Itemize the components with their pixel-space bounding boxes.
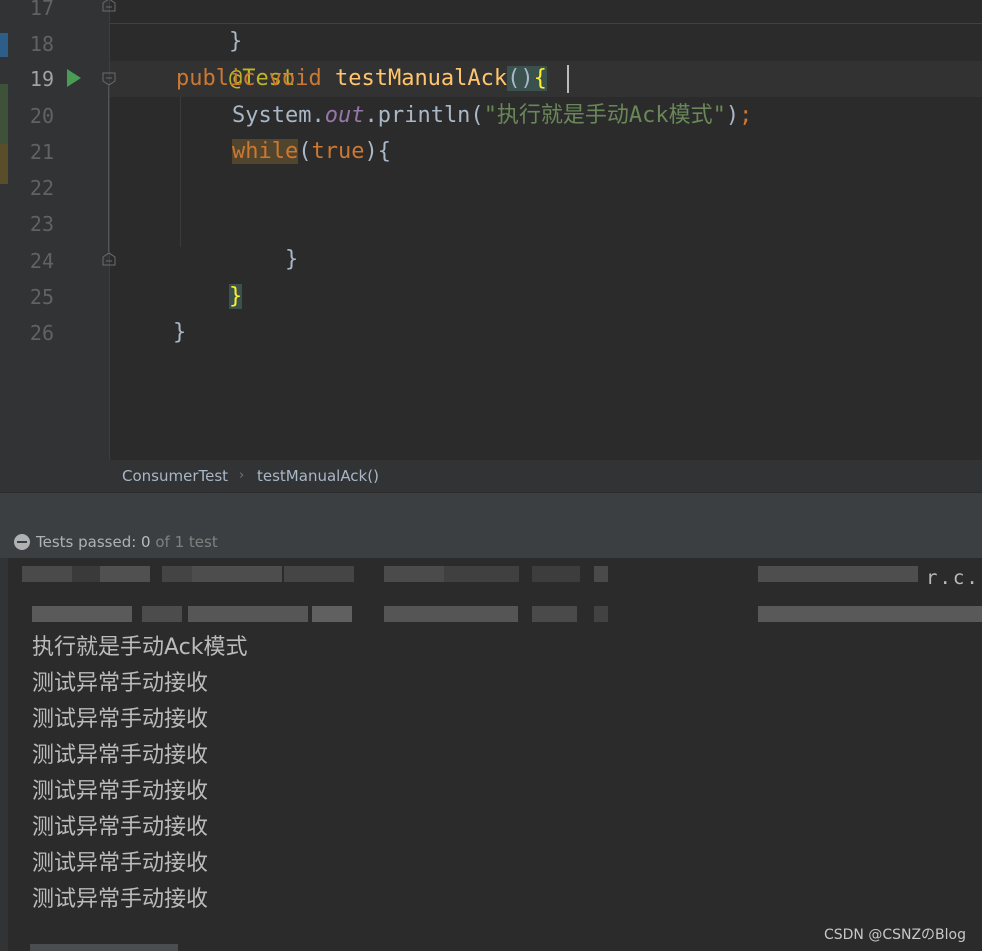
run-test-icon[interactable] [67, 69, 81, 87]
breadcrumb-separator: › [239, 468, 245, 483]
redacted-log-line [22, 606, 982, 622]
static-field: out [324, 103, 365, 128]
method-parens: () [507, 66, 534, 91]
line-number: 21 [29, 140, 54, 164]
console-line: 测试异常手动接收 [32, 851, 209, 876]
test-status-bar: Tests passed: 0 of 1 test [0, 526, 982, 558]
line-number: 22 [29, 176, 54, 200]
close-paren: ) [725, 103, 740, 128]
string-literal: "执行就是手动Ack模式" [483, 103, 726, 128]
fold-range-bar [108, 86, 109, 252]
code-line-25: } [120, 279, 186, 345]
console-line: 测试异常手动接收 [32, 815, 209, 840]
code-line-17: } [176, 0, 242, 54]
breadcrumb-method[interactable]: testManualAck() [257, 460, 379, 492]
breadcrumb-class[interactable]: ConsumerTest [122, 460, 228, 492]
console-line: 测试异常手动接收 [32, 707, 209, 732]
test-status-text: Tests passed: 0 of 1 test [36, 526, 218, 558]
strip-marker [0, 33, 8, 57]
fold-end-icon[interactable] [102, 252, 116, 266]
console-line: 执行就是手动Ack模式 [32, 635, 248, 660]
redacted-log-line [22, 566, 922, 582]
console-output[interactable]: r.c. 执行就是手动Ack模式 测试异常手动接收 测试异常手动接收 测试异常手… [0, 558, 982, 951]
line-number: 17 [29, 0, 54, 20]
semicolon: ; [739, 103, 753, 128]
receiver: System. [232, 103, 325, 128]
status-label: Tests passed: [36, 533, 142, 551]
horizontal-scrollbar[interactable] [30, 944, 178, 951]
partial-log-text: r.c. [926, 567, 980, 589]
code-line-20: System.out.println("执行就是手动Ack模式"); [232, 98, 752, 134]
line-number: 25 [29, 285, 54, 309]
open-brace-highlight: { [533, 66, 547, 91]
code-line-23: } [232, 206, 298, 272]
passed-count: 0 [141, 533, 151, 551]
console-line: 测试异常手动接收 [32, 779, 209, 804]
keyword-while: while [232, 139, 299, 164]
strip-marker [0, 84, 8, 144]
line-number: 26 [29, 321, 54, 345]
println-call: .println( [364, 103, 484, 128]
line-number: 23 [29, 212, 54, 236]
close-brace: } [172, 320, 187, 345]
line-number: 20 [29, 104, 54, 128]
code-line-24: } [176, 243, 243, 309]
code-line-21: while(true){ [232, 134, 391, 170]
keyword-void: void [268, 66, 322, 91]
console-line: 测试异常手动接收 [32, 671, 209, 696]
line-number: 19 [29, 67, 54, 91]
console-line: 测试异常手动接收 [32, 743, 209, 768]
line-number: 24 [29, 249, 54, 273]
status-total: of 1 test [150, 533, 218, 551]
strip-marker [0, 144, 8, 184]
test-stopped-icon [14, 534, 30, 550]
console-gutter [0, 558, 8, 951]
console-line: 测试异常手动接收 [32, 887, 209, 912]
fold-end-icon[interactable] [102, 0, 116, 12]
keyword-public: public [176, 66, 256, 91]
watermark-text: CSDN @CSNZのBlog [823, 927, 966, 943]
code-editor[interactable]: 17 18 19 20 21 22 23 24 25 26 } @Test pu… [0, 0, 982, 460]
line-number: 18 [29, 32, 54, 56]
text-caret [567, 65, 569, 93]
keyword-true: true [311, 139, 365, 164]
close-brace: } [284, 247, 299, 272]
fold-start-icon[interactable] [102, 72, 116, 86]
method-name: testManualAck [334, 66, 508, 91]
open-paren: ( [298, 139, 312, 164]
panel-splitter[interactable] [0, 492, 982, 527]
close-brace-highlight: } [228, 284, 243, 309]
loop-open: ){ [364, 139, 391, 164]
tool-window-strip [0, 0, 18, 460]
breadcrumb: ConsumerTest › testManualAck() [0, 460, 982, 492]
code-line-18: @Test [176, 25, 295, 91]
code-line-19: public void testManualAck(){ [176, 61, 547, 97]
